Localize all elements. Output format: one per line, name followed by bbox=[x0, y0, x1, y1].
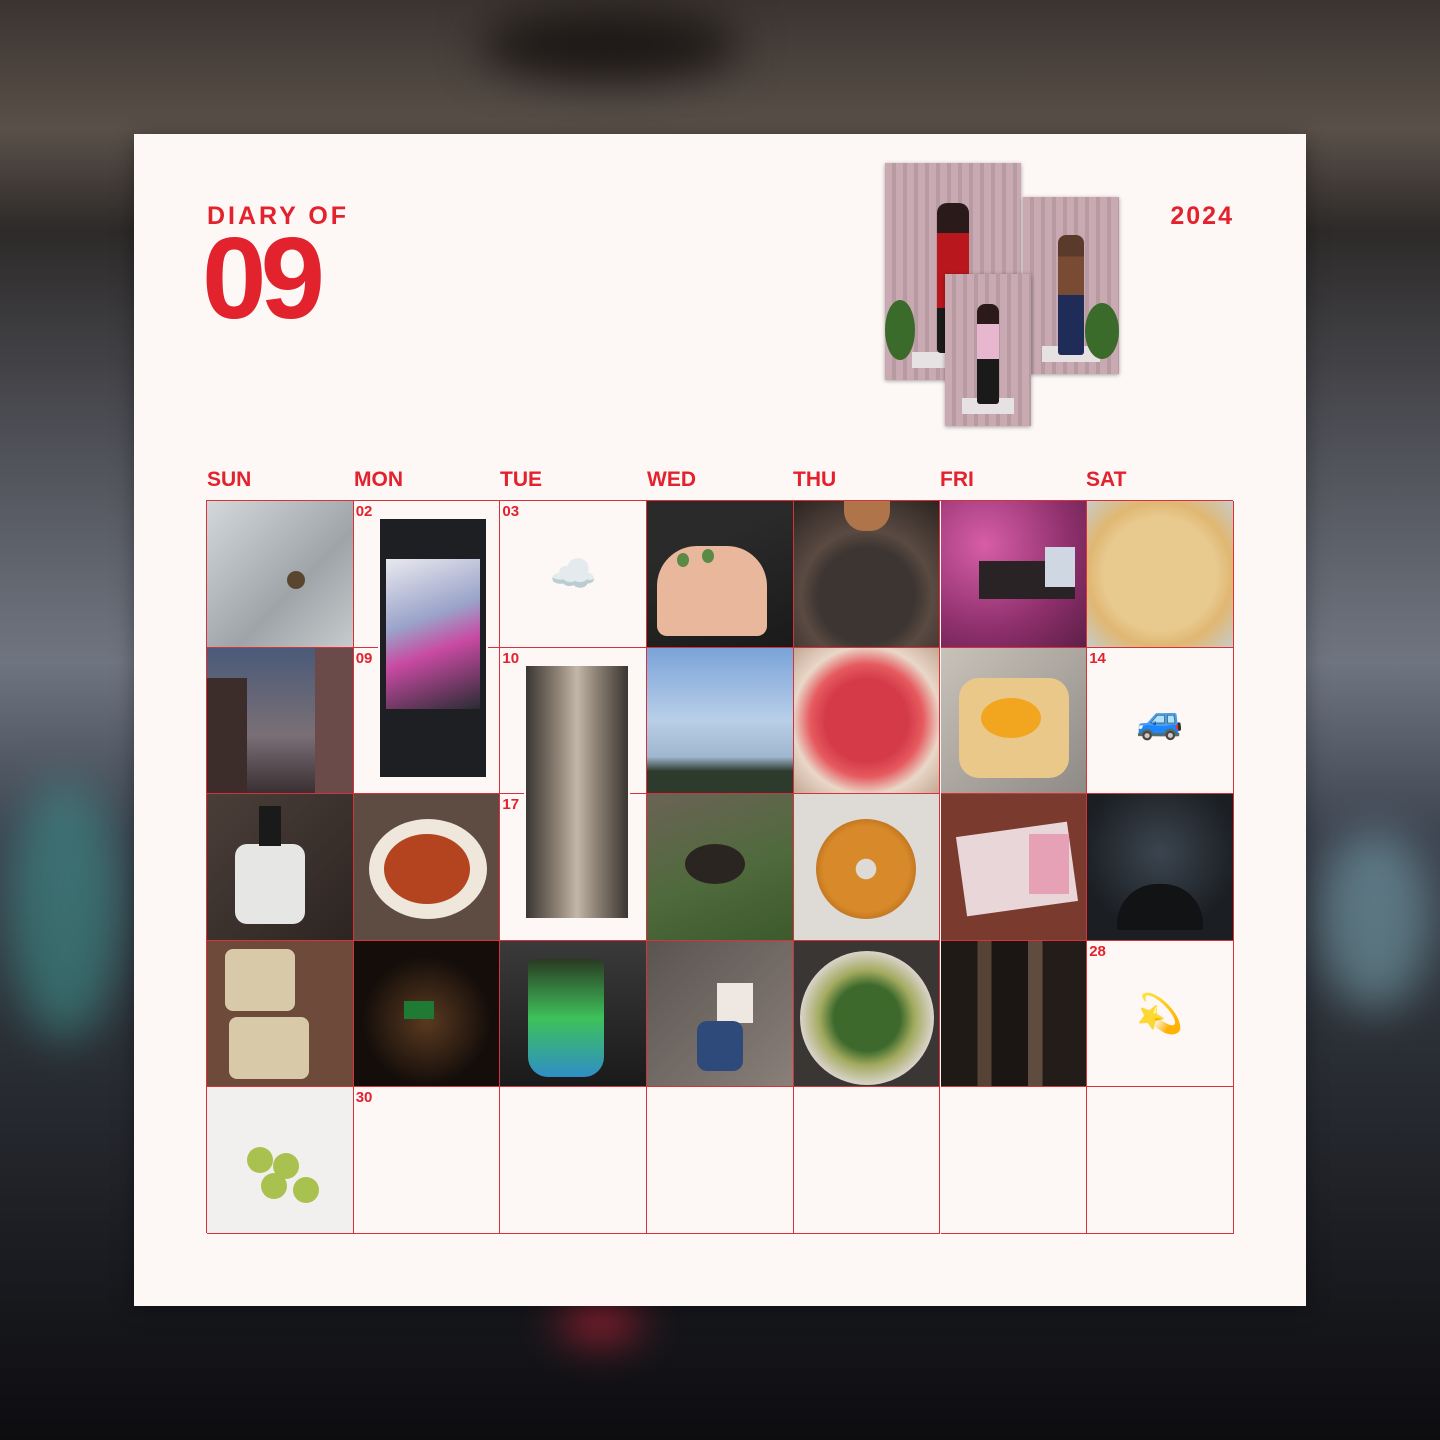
day-number: 10 bbox=[502, 649, 520, 667]
day-cell-13[interactable] bbox=[940, 647, 1088, 795]
phone-screenshot-photo[interactable] bbox=[378, 517, 488, 779]
day-cell-29[interactable] bbox=[207, 1087, 354, 1234]
weekday-mon: MON bbox=[354, 468, 403, 491]
weekday-header: SUN MON TUE WED THU FRI SAT bbox=[206, 468, 1234, 496]
weekday-tue: TUE bbox=[500, 468, 542, 491]
day-cell-05[interactable] bbox=[793, 501, 941, 648]
day-cell-15[interactable] bbox=[207, 794, 354, 941]
day-number: 14 bbox=[1089, 649, 1106, 667]
day-cell-03[interactable]: 03 ☁️ bbox=[500, 501, 648, 648]
day-photo bbox=[353, 794, 500, 940]
elevator-photo[interactable] bbox=[524, 664, 630, 920]
day-photo bbox=[207, 940, 353, 1087]
weekday-wed: WED bbox=[647, 468, 696, 491]
day-photo bbox=[353, 940, 500, 1087]
day-photo bbox=[207, 794, 353, 940]
avatar-figure bbox=[977, 304, 999, 404]
day-photo bbox=[500, 940, 647, 1087]
day-photo bbox=[793, 940, 940, 1087]
day-cell-01[interactable] bbox=[207, 501, 354, 648]
plant-decoration bbox=[1085, 303, 1119, 359]
day-cell-26[interactable] bbox=[793, 940, 941, 1088]
background-blur-teal bbox=[10, 780, 120, 1040]
day-cell-08[interactable] bbox=[207, 647, 354, 795]
weekday-fri: FRI bbox=[940, 468, 974, 491]
calendar-paper: DIARY OF 09 2024 SUN MON TUE WED THU FRI… bbox=[134, 134, 1306, 1306]
day-number: 28 bbox=[1089, 942, 1106, 960]
day-photo bbox=[647, 794, 793, 940]
day-photo bbox=[207, 501, 353, 647]
day-cell-24[interactable] bbox=[500, 940, 648, 1088]
background-blur-right bbox=[1320, 830, 1430, 1010]
day-photo bbox=[793, 794, 940, 940]
day-photo bbox=[647, 501, 793, 647]
day-cell-22[interactable] bbox=[207, 940, 354, 1088]
empty-cell bbox=[500, 1087, 648, 1234]
avatar-figure bbox=[1058, 235, 1084, 355]
background-blur-top bbox=[480, 10, 740, 80]
day-photo bbox=[207, 647, 353, 794]
dizzy-icon: 💫 bbox=[1136, 991, 1184, 1036]
year-label: 2024 bbox=[1170, 202, 1234, 230]
empty-cell bbox=[793, 1087, 941, 1234]
day-photo bbox=[207, 1087, 353, 1233]
day-cell-14[interactable]: 14 🚙 bbox=[1087, 647, 1234, 795]
day-number: 09 bbox=[355, 649, 373, 667]
plant-decoration bbox=[885, 300, 915, 360]
weekday-sun: SUN bbox=[207, 468, 252, 491]
game-screenshot-2 bbox=[1023, 197, 1119, 374]
day-cell-18[interactable] bbox=[647, 794, 794, 941]
day-number: 02 bbox=[355, 503, 373, 520]
weekday-sat: SAT bbox=[1086, 468, 1127, 491]
car-icon: 🚙 bbox=[1136, 697, 1184, 742]
day-photo bbox=[1087, 794, 1233, 940]
day-cell-28[interactable]: 28 💫 bbox=[1087, 940, 1234, 1088]
day-cell-21[interactable] bbox=[1087, 794, 1234, 941]
day-cell-20[interactable] bbox=[940, 794, 1088, 941]
empty-cell bbox=[940, 1087, 1088, 1234]
day-cell-12[interactable] bbox=[793, 647, 941, 795]
day-cell-19[interactable] bbox=[793, 794, 941, 941]
day-photo bbox=[647, 647, 793, 794]
day-cell-04[interactable] bbox=[647, 501, 794, 648]
day-photo bbox=[940, 647, 1087, 794]
day-cell-25[interactable] bbox=[647, 940, 794, 1088]
day-photo bbox=[940, 794, 1087, 940]
day-cell-27[interactable] bbox=[940, 940, 1088, 1088]
game-screenshot-3 bbox=[945, 274, 1031, 426]
day-photo bbox=[793, 501, 940, 647]
day-cell-30[interactable]: 30 bbox=[353, 1087, 501, 1234]
day-number: 17 bbox=[502, 796, 520, 814]
day-photo bbox=[1087, 501, 1233, 647]
cloud-icon: ☁️ bbox=[549, 551, 597, 596]
day-photo bbox=[940, 501, 1087, 647]
calendar-grid: 02 03 ☁️ 09 10 14 🚙 17 28 💫 30 bbox=[206, 500, 1234, 1234]
day-cell-23[interactable] bbox=[353, 940, 501, 1088]
day-cell-11[interactable] bbox=[647, 647, 794, 795]
day-photo bbox=[647, 940, 793, 1087]
day-photo bbox=[793, 647, 940, 794]
day-cell-06[interactable] bbox=[940, 501, 1088, 648]
day-photo bbox=[940, 940, 1087, 1087]
empty-cell bbox=[647, 1087, 794, 1234]
background-blur-red-light bbox=[560, 1300, 640, 1340]
day-number: 03 bbox=[502, 503, 520, 520]
empty-cell bbox=[1087, 1087, 1234, 1234]
day-cell-07[interactable] bbox=[1087, 501, 1234, 648]
weekday-thu: THU bbox=[793, 468, 837, 491]
month-number: 09 bbox=[202, 213, 325, 343]
day-cell-16[interactable] bbox=[353, 794, 501, 941]
day-number: 30 bbox=[355, 1089, 373, 1107]
